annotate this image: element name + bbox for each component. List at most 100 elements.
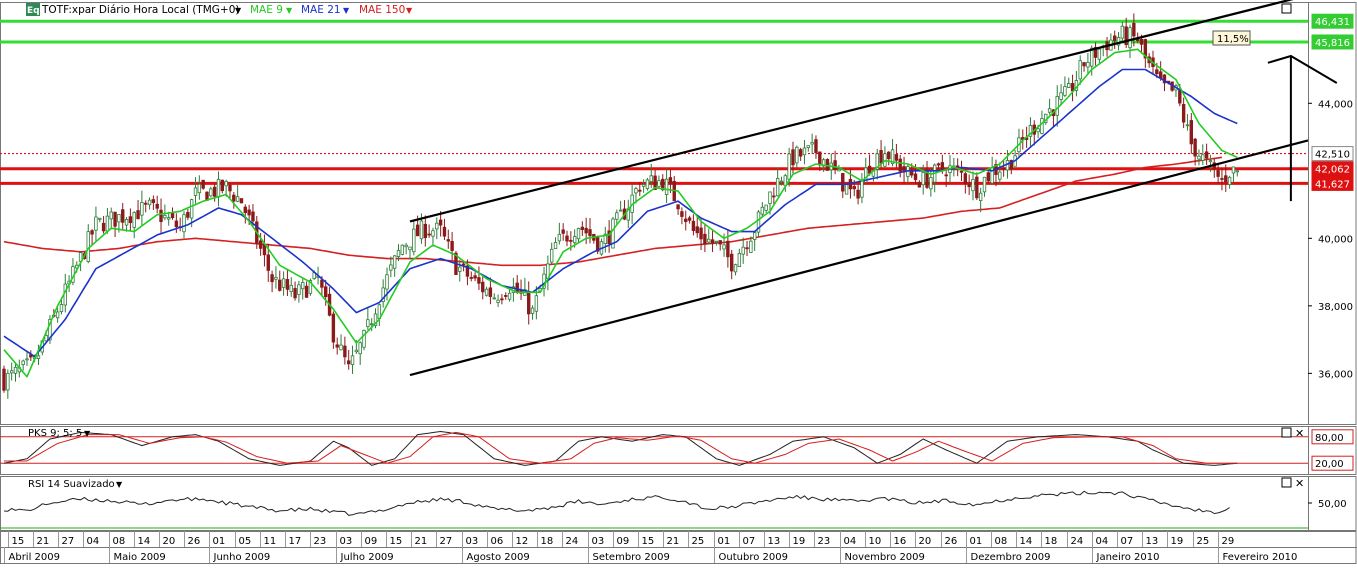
price-tick-label: 36,000 — [1318, 369, 1353, 380]
maximize-icon[interactable] — [1281, 3, 1292, 14]
month-label: Janeiro 2010 — [1096, 552, 1160, 563]
percent-annotation: 11,5% — [1217, 34, 1249, 45]
candle-body — [1216, 170, 1220, 177]
candle-body — [128, 216, 133, 224]
candle-body — [1055, 95, 1059, 116]
candle-body — [1036, 128, 1040, 133]
candle-body — [369, 323, 374, 326]
indicator-mae150[interactable]: MAE 150 — [359, 4, 405, 16]
candle-body — [887, 151, 891, 160]
candle-body — [201, 179, 205, 189]
candle-body — [730, 253, 734, 272]
candle-body — [749, 240, 753, 253]
candle-body — [963, 173, 968, 184]
pks-close-icon[interactable]: ✕ — [1295, 427, 1304, 440]
candle-body — [151, 199, 156, 204]
candle-body — [649, 175, 653, 182]
title-dropdown-icon[interactable]: ▼ — [235, 6, 242, 15]
month-label: Maio 2009 — [114, 552, 166, 563]
stock-chart: 80,00 20,00 50,00 15 21 27 04 08 14 20 26 01 05 11 17… — [0, 0, 1357, 564]
day-tick-label: 21 — [37, 536, 50, 547]
candle-body — [427, 233, 431, 236]
rsi-close-icon[interactable]: ✕ — [1295, 477, 1304, 490]
candle-body — [1193, 138, 1197, 157]
candle-body — [189, 199, 194, 219]
indicator-mae150-dropdown-icon[interactable]: ▼ — [406, 6, 413, 15]
candle-body — [580, 226, 585, 230]
candle-body — [339, 344, 343, 351]
candle-body — [278, 279, 282, 291]
candle-body — [668, 177, 673, 184]
candle-body — [297, 284, 301, 295]
candle-body — [1067, 83, 1071, 88]
day-tick-label: 25 — [1197, 536, 1210, 547]
candle-body — [136, 210, 140, 220]
candle-body — [1231, 166, 1236, 174]
candle-body — [220, 179, 225, 192]
candle-body — [779, 180, 784, 183]
day-tick-label: 15 — [642, 536, 655, 547]
candle-body — [917, 182, 922, 188]
indicator-mae21[interactable]: MAE 21 — [301, 4, 341, 16]
day-tick-label: 23 — [314, 536, 327, 547]
rsi-maximize-icon[interactable] — [1281, 477, 1292, 488]
candle-body — [657, 180, 661, 187]
candle-body — [837, 168, 841, 172]
candle-body — [699, 227, 703, 240]
day-tick-label: 08 — [113, 536, 126, 547]
candle-body — [385, 274, 389, 290]
day-tick-label: 08 — [995, 536, 1008, 547]
candle-body — [664, 178, 669, 195]
day-tick-label: 29 — [1222, 536, 1235, 547]
candle-body — [324, 286, 328, 298]
pks-title[interactable]: PKS 9; 5; 5 — [28, 428, 82, 439]
day-tick-label: 07 — [1121, 536, 1134, 547]
day-tick-label: 27 — [62, 536, 75, 547]
candle-body — [488, 287, 493, 297]
candle-body — [281, 278, 286, 288]
candle-body — [752, 232, 757, 240]
rsi-title[interactable]: RSI 14 Suavizado — [28, 479, 115, 490]
month-label: Junho 2009 — [213, 552, 271, 563]
candle-body — [266, 254, 270, 271]
candle-body — [55, 311, 60, 319]
pks-dropdown-icon[interactable]: ▼ — [84, 429, 91, 438]
candle-body — [159, 209, 163, 223]
day-tick-label: 14 — [1020, 536, 1033, 547]
day-tick-label: 24 — [1071, 536, 1084, 547]
main-title[interactable]: TOTF:xpar Diário Hora Local (TMG+0) — [41, 4, 240, 16]
indicator-mae21-dropdown-icon[interactable]: ▼ — [343, 6, 350, 15]
candle-body — [113, 211, 117, 227]
candle-body — [117, 214, 121, 223]
candle-body — [98, 217, 102, 220]
day-tick-label: 23 — [818, 536, 831, 547]
candle-body — [9, 370, 14, 374]
candle-body — [1155, 69, 1159, 75]
price-tick-label: 40,000 — [1318, 234, 1353, 245]
candle-body — [458, 266, 462, 272]
candle-body — [982, 176, 987, 193]
candle-body — [408, 246, 412, 251]
candle-body — [258, 240, 263, 249]
day-tick-label: 21 — [415, 536, 428, 547]
candle-body — [59, 304, 64, 313]
candle-body — [446, 239, 450, 242]
indicator-mae9[interactable]: MAE 9 — [250, 4, 283, 16]
candle-body — [101, 222, 106, 232]
pks-maximize-icon[interactable] — [1281, 427, 1292, 438]
candle-body — [232, 194, 236, 202]
day-tick-label: 20 — [163, 536, 176, 547]
candle-body — [442, 226, 447, 237]
candle-body — [959, 170, 964, 173]
candle-body — [860, 180, 864, 198]
indicator-mae9-dropdown-icon[interactable]: ▼ — [286, 6, 293, 15]
candle-body — [1120, 25, 1125, 39]
rsi-dropdown-icon[interactable]: ▼ — [116, 480, 123, 489]
candle-body — [209, 188, 213, 197]
candle-body — [1204, 151, 1209, 159]
candle-body — [132, 212, 136, 228]
candle-body — [772, 195, 776, 198]
candle-body — [224, 181, 228, 187]
day-tick-label: 13 — [1146, 536, 1159, 547]
month-label: Dezembro 2009 — [971, 552, 1051, 563]
